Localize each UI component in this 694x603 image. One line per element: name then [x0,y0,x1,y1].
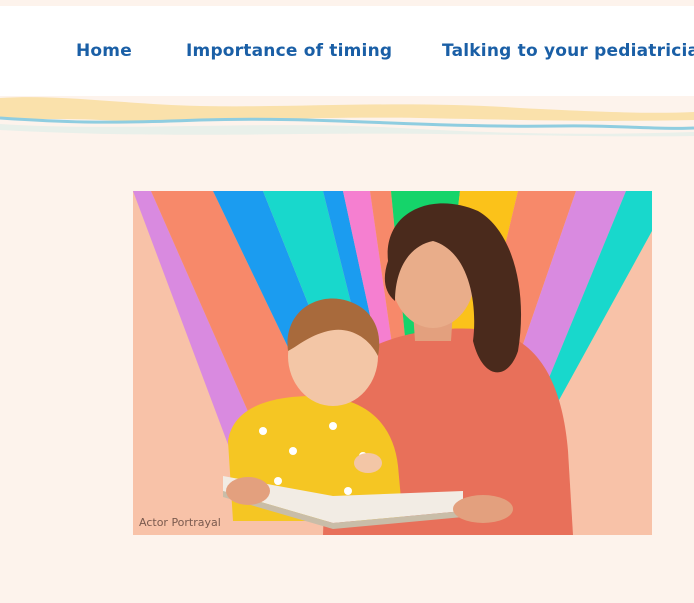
hero-image: Actor Portrayal [133,191,652,535]
main-navigation: Home Importance of timing Talking to you… [0,6,694,96]
image-caption: Actor Portrayal [139,516,221,529]
nav-link-talking-to-pediatrician[interactable]: Talking to your pediatrician [442,41,694,61]
nav-link-importance-of-timing[interactable]: Importance of timing [186,41,392,61]
nav-link-home[interactable]: Home [76,41,132,61]
decorative-wave-divider [0,97,694,146]
mother-child-reading-illustration [133,191,652,535]
